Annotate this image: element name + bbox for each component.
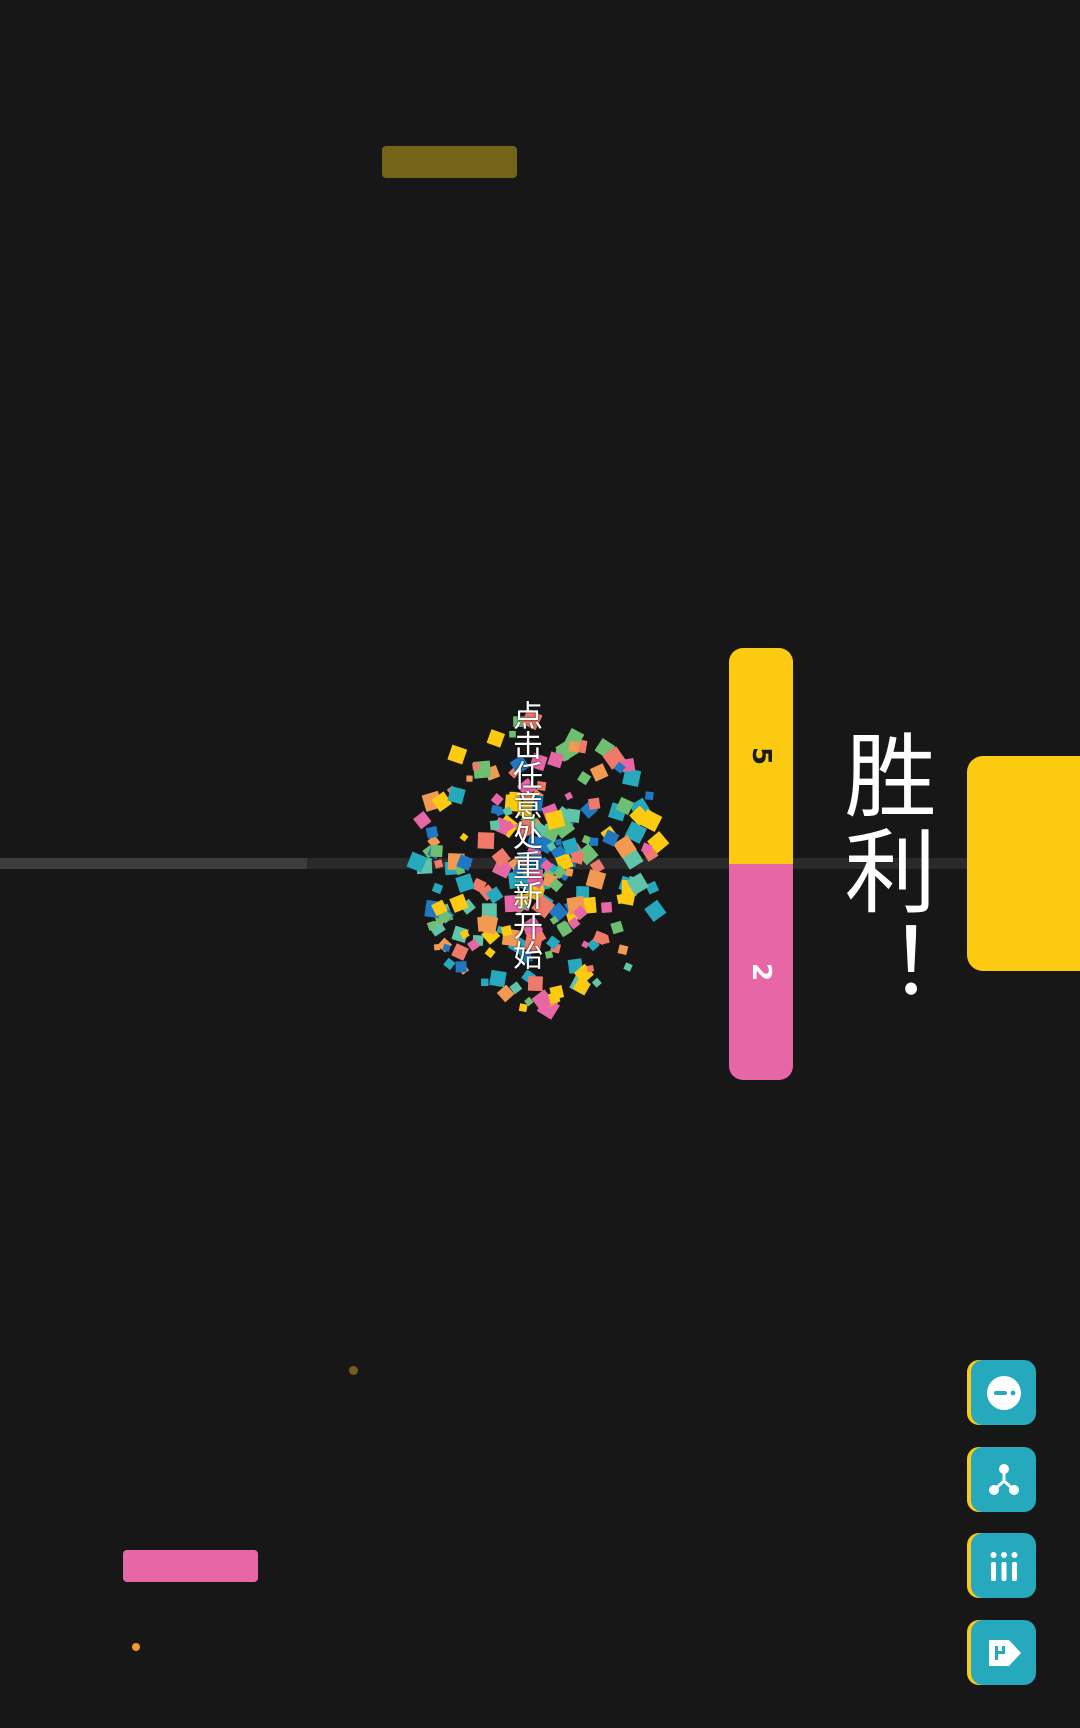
confetti-piece: [413, 810, 432, 830]
confetti-piece: [443, 957, 456, 971]
restart-hint: 点击任意处重新开始: [507, 700, 542, 970]
score-top-value: 5: [746, 746, 776, 766]
bottom-paddle[interactable]: [123, 1550, 258, 1582]
exit-button[interactable]: [971, 1620, 1036, 1685]
info-icon: [986, 1375, 1021, 1410]
share-icon: [988, 1463, 1019, 1495]
confetti-piece: [478, 914, 499, 935]
confetti-piece: [591, 977, 602, 988]
confetti-piece: [459, 832, 469, 842]
ball: [349, 1366, 358, 1375]
confetti-piece: [490, 793, 504, 806]
confetti-piece: [433, 859, 444, 869]
confetti-piece: [489, 969, 507, 988]
confetti-piece: [644, 791, 654, 801]
info-button[interactable]: [971, 1360, 1036, 1425]
ball: [132, 1643, 140, 1651]
score-top-player: 5: [729, 648, 793, 864]
confetti-piece: [430, 844, 443, 858]
victory-title: 胜利！: [829, 728, 936, 1016]
confetti-piece: [472, 762, 480, 771]
confetti-piece: [455, 873, 475, 893]
score-bottom-player: 2: [729, 864, 793, 1080]
confetti-piece: [484, 947, 496, 959]
score-bar: 5 2: [729, 648, 793, 1080]
winner-indicator-tab: [967, 756, 1080, 971]
confetti-piece: [489, 820, 500, 831]
confetti-piece: [451, 943, 469, 961]
share-button[interactable]: [971, 1447, 1036, 1512]
confetti-piece: [555, 838, 562, 846]
confetti-piece: [589, 837, 599, 847]
confetti-piece: [586, 964, 595, 973]
confetti-piece: [433, 943, 441, 951]
bar-stats-icon: [990, 1551, 1017, 1581]
confetti-piece: [447, 744, 468, 765]
confetti-piece: [645, 880, 660, 895]
confetti-piece: [486, 729, 506, 748]
confetti-piece: [568, 741, 580, 753]
game-stage[interactable]: 点击任意处重新开始 5 2 胜利！: [0, 0, 1080, 1728]
exit-icon: [988, 1639, 1021, 1666]
confetti-piece: [577, 771, 592, 786]
confetti-piece: [431, 882, 444, 895]
confetti-piece: [589, 763, 609, 782]
confetti-piece: [518, 1003, 528, 1013]
confetti-piece: [425, 825, 439, 839]
confetti-piece: [601, 901, 613, 913]
confetti-piece: [477, 832, 495, 849]
confetti-piece: [623, 962, 633, 972]
confetti-piece: [610, 920, 624, 935]
confetti-piece: [581, 940, 590, 949]
stats-button[interactable]: [971, 1533, 1036, 1598]
top-paddle: [382, 146, 517, 178]
confetti-burst: [406, 708, 670, 1020]
confetti-piece: [644, 899, 667, 922]
confetti-piece: [481, 978, 489, 986]
confetti-piece: [617, 944, 629, 956]
confetti-piece: [455, 961, 467, 973]
score-bottom-value: 2: [746, 962, 776, 982]
confetti-piece: [466, 775, 473, 782]
confetti-piece: [588, 797, 601, 810]
confetti-piece: [527, 976, 543, 992]
progress-fill: [0, 858, 307, 869]
confetti-piece: [564, 791, 574, 801]
